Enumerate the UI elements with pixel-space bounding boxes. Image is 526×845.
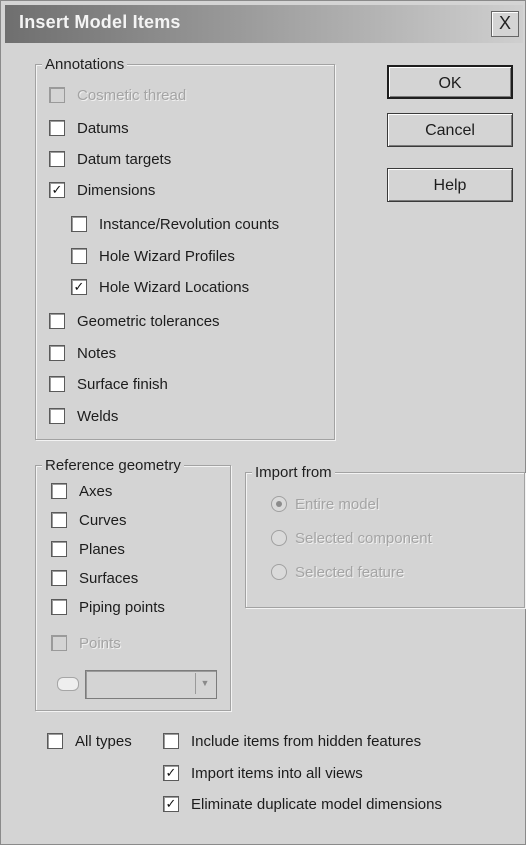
axes-checkbox[interactable]: Axes xyxy=(51,479,112,503)
cancel-button[interactable]: Cancel xyxy=(387,113,513,147)
curves-label: Curves xyxy=(79,511,127,529)
checkbox-box[interactable] xyxy=(49,345,65,361)
annotations-legend: Annotations xyxy=(42,56,128,73)
cosmetic-thread-label: Cosmetic thread xyxy=(77,86,187,104)
checkbox-box[interactable] xyxy=(49,408,65,424)
curves-checkbox[interactable]: Curves xyxy=(51,508,127,532)
datum-targets-label: Datum targets xyxy=(77,150,172,168)
checkbox-box[interactable]: ✓ xyxy=(49,182,65,198)
reference-geometry-legend: Reference geometry xyxy=(42,457,184,474)
points-checkbox: Points xyxy=(51,631,121,655)
pushpin-icon xyxy=(57,677,79,691)
points-label: Points xyxy=(79,634,121,652)
help-button[interactable]: Help xyxy=(387,168,513,202)
radio-selected-dot xyxy=(276,501,282,507)
ok-button[interactable]: OK xyxy=(387,65,513,99)
import-from-legend: Import from xyxy=(252,464,335,481)
checkmark-icon: ✓ xyxy=(73,279,85,294)
welds-label: Welds xyxy=(77,407,119,425)
surface-finish-checkbox[interactable]: Surface finish xyxy=(49,372,168,396)
checkbox-box[interactable] xyxy=(51,512,67,528)
combo-dropdown-button: ▼ xyxy=(195,673,214,694)
include-hidden-features-label: Include items from hidden features xyxy=(191,732,422,750)
surfaces-checkbox[interactable]: Surfaces xyxy=(51,566,138,590)
hole-wizard-profiles-label: Hole Wizard Profiles xyxy=(99,247,235,265)
notes-checkbox[interactable]: Notes xyxy=(49,341,116,365)
selected-component-radio: Selected component xyxy=(271,526,432,550)
hole-wizard-locations-label: Hole Wizard Locations xyxy=(99,278,250,296)
all-types-label: All types xyxy=(75,732,132,750)
datum-targets-checkbox[interactable]: Datum targets xyxy=(49,147,171,171)
radio-circle xyxy=(271,564,287,580)
checkbox-box[interactable] xyxy=(51,483,67,499)
radio-circle xyxy=(271,530,287,546)
checkbox-box[interactable] xyxy=(51,570,67,586)
selected-feature-radio: Selected feature xyxy=(271,560,404,584)
checkmark-icon: ✓ xyxy=(51,182,63,197)
dialog-title: Insert Model Items xyxy=(19,12,181,32)
chevron-down-icon: ▼ xyxy=(200,678,210,688)
cosmetic-thread-checkbox: Cosmetic thread xyxy=(49,83,186,107)
geometric-tolerances-label: Geometric tolerances xyxy=(77,312,220,330)
checkmark-icon: ✓ xyxy=(165,765,177,780)
checkbox-box[interactable] xyxy=(163,733,179,749)
instance-revolution-counts-checkbox[interactable]: Instance/Revolution counts xyxy=(71,212,279,236)
welds-checkbox[interactable]: Welds xyxy=(49,404,118,428)
axes-label: Axes xyxy=(79,482,113,500)
radio-circle xyxy=(271,496,287,512)
checkbox-box xyxy=(51,635,67,651)
checkbox-box xyxy=(49,87,65,103)
close-icon: X xyxy=(498,13,511,33)
all-types-checkbox[interactable]: All types xyxy=(47,729,132,753)
title-bar[interactable]: Insert Model Items X xyxy=(5,5,523,43)
checkbox-box[interactable] xyxy=(71,248,87,264)
surface-finish-label: Surface finish xyxy=(77,375,168,393)
notes-label: Notes xyxy=(77,344,117,362)
include-hidden-features-checkbox[interactable]: Include items from hidden features xyxy=(163,729,421,753)
planes-checkbox[interactable]: Planes xyxy=(51,537,125,561)
checkmark-icon: ✓ xyxy=(165,796,177,811)
import-into-all-views-label: Import items into all views xyxy=(191,764,363,782)
entire-model-radio: Entire model xyxy=(271,492,379,516)
datums-checkbox[interactable]: Datums xyxy=(49,116,129,140)
eliminate-duplicate-dimensions-checkbox[interactable]: ✓ Eliminate duplicate model dimensions xyxy=(163,792,442,816)
planes-label: Planes xyxy=(79,540,125,558)
surfaces-label: Surfaces xyxy=(79,569,139,587)
piping-points-label: Piping points xyxy=(79,598,165,616)
checkbox-box[interactable] xyxy=(71,216,87,232)
checkbox-box[interactable]: ✓ xyxy=(71,279,87,295)
checkbox-box[interactable] xyxy=(49,120,65,136)
entire-model-label: Entire model xyxy=(295,495,380,513)
datums-label: Datums xyxy=(77,119,129,137)
eliminate-duplicate-dimensions-label: Eliminate duplicate model dimensions xyxy=(191,795,442,813)
dimensions-label: Dimensions xyxy=(77,181,156,199)
geometric-tolerances-checkbox[interactable]: Geometric tolerances xyxy=(49,309,220,333)
hole-wizard-locations-checkbox[interactable]: ✓ Hole Wizard Locations xyxy=(71,275,249,299)
checkbox-box[interactable] xyxy=(51,541,67,557)
points-type-combo: ▼ xyxy=(85,670,217,699)
import-into-all-views-checkbox[interactable]: ✓ Import items into all views xyxy=(163,761,363,785)
checkbox-box[interactable] xyxy=(49,313,65,329)
selected-component-label: Selected component xyxy=(295,529,432,547)
checkbox-box[interactable] xyxy=(49,376,65,392)
selected-feature-label: Selected feature xyxy=(295,563,405,581)
close-button[interactable]: X xyxy=(491,11,519,37)
checkbox-box[interactable] xyxy=(47,733,63,749)
checkbox-box[interactable] xyxy=(51,599,67,615)
checkbox-box[interactable]: ✓ xyxy=(163,796,179,812)
piping-points-checkbox[interactable]: Piping points xyxy=(51,595,165,619)
checkbox-box[interactable] xyxy=(49,151,65,167)
hole-wizard-profiles-checkbox[interactable]: Hole Wizard Profiles xyxy=(71,244,235,268)
instance-revolution-counts-label: Instance/Revolution counts xyxy=(99,215,280,233)
insert-model-items-dialog: Insert Model Items X Annotations Cosmeti… xyxy=(0,0,526,845)
checkbox-box[interactable]: ✓ xyxy=(163,765,179,781)
dimensions-checkbox[interactable]: ✓ Dimensions xyxy=(49,178,155,202)
